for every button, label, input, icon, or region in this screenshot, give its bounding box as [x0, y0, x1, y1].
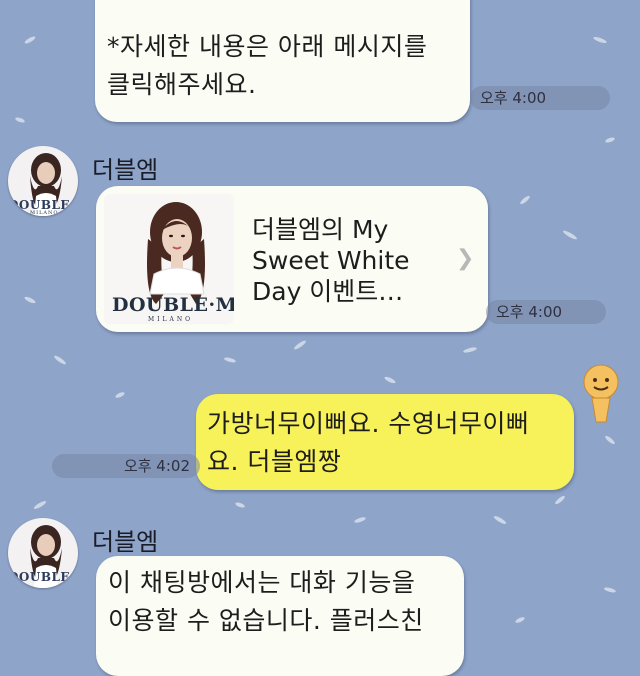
message-text: 가방너무이뻐요. 수영너무이뻐 요. 더블엠짱: [207, 409, 530, 476]
chevron-right-icon: ❯: [456, 246, 475, 271]
avatar[interactable]: DOUBLE·M: [8, 518, 78, 588]
outgoing-message-bubble[interactable]: 가방너무이뻐요. 수영너무이뻐 요. 더블엠짱: [196, 394, 574, 490]
message-timestamp: 오후 4:02: [52, 454, 200, 478]
card-thumbnail: DOUBLE·M MILANO: [104, 194, 234, 324]
card-brand-text: DOUBLE·M: [112, 294, 234, 316]
message-timestamp: 오후 4:00: [486, 300, 606, 324]
link-card-bubble[interactable]: DOUBLE·M MILANO 더블엠의 My Sweet White Day …: [96, 186, 488, 332]
avatar-brand-sub: MILANO: [30, 210, 59, 216]
message-bubble[interactable]: *자세한 내용은 아래 메시지를 클릭해주세요.: [95, 0, 470, 122]
smiley-emoticon-icon: [583, 364, 619, 423]
avatar-brand-text: DOUBLE·M: [8, 570, 78, 584]
sender-name: 더블엠: [92, 156, 159, 184]
card-title: 더블엠의 My Sweet White Day 이벤트…: [252, 215, 410, 306]
sender-name: 더블엠: [92, 528, 159, 556]
message-bubble[interactable]: 이 채팅방에서는 대화 기능을 이용할 수 없습니다. 플러스친: [96, 556, 464, 676]
card-brand-sub: MILANO: [148, 316, 193, 323]
message-text: *자세한 내용은 아래 메시지를 클릭해주세요.: [107, 32, 428, 99]
message-text: 이 채팅방에서는 대화 기능을 이용할 수 없습니다. 플러스친: [108, 568, 424, 635]
message-timestamp: 오후 4:00: [470, 86, 610, 110]
avatar[interactable]: DOUBLE·M MILANO: [8, 146, 78, 216]
